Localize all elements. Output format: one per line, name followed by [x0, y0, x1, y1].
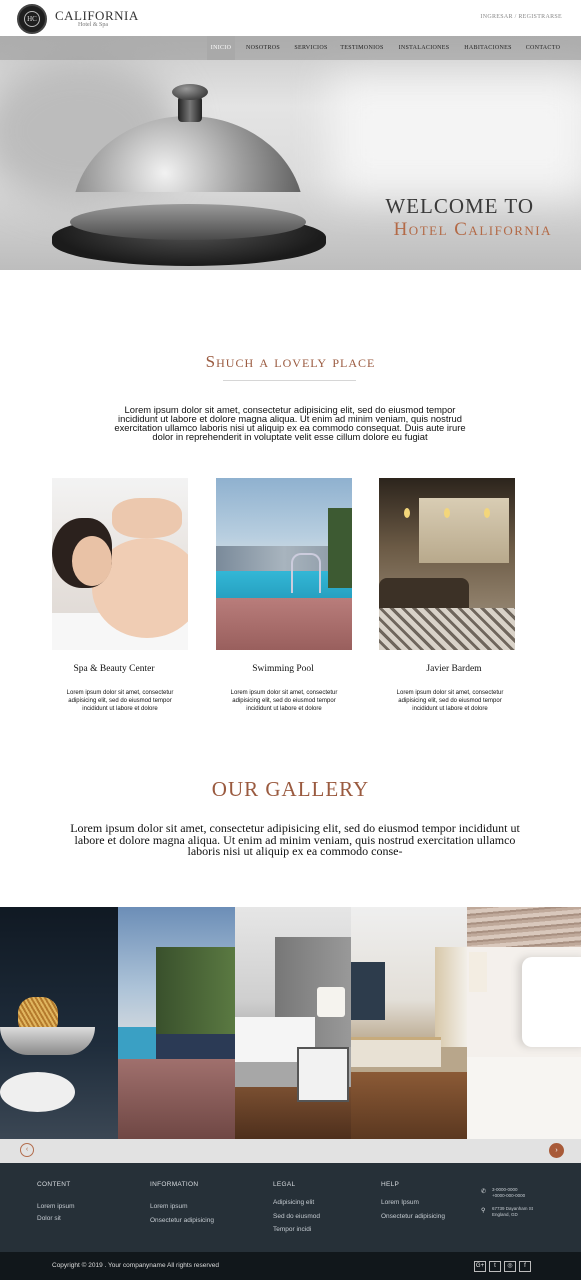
- footer-link[interactable]: Sed do eiusmod: [273, 1213, 320, 1220]
- location-pin-icon: ⚲: [481, 1208, 486, 1214]
- title-divider: [223, 380, 356, 381]
- card-text-spa: Lorem ipsum dolor sit amet, consectetur …: [66, 690, 174, 712]
- nav-testimonios[interactable]: TESTIMONIOS: [336, 36, 388, 60]
- spa-image[interactable]: [52, 478, 188, 650]
- gallery-image-bedroom[interactable]: [235, 907, 351, 1139]
- footer-link[interactable]: Adipisicing elit: [273, 1199, 314, 1206]
- nav-inicio[interactable]: INICIO: [207, 36, 235, 60]
- hero-welcome: WELCOME TO: [385, 194, 534, 218]
- instagram-icon[interactable]: ◎: [504, 1261, 516, 1272]
- gallery-image-suite[interactable]: [351, 907, 467, 1139]
- footer-heading-information: INFORMATION: [150, 1181, 199, 1188]
- footer-link[interactable]: Lorem Ipsum: [381, 1199, 419, 1206]
- section-title-lovely-place: Shuch a lovely place: [205, 352, 376, 371]
- twitter-icon[interactable]: t: [489, 1261, 501, 1272]
- footer-heading-help: HELP: [381, 1181, 400, 1188]
- gallery-strip: [0, 907, 581, 1139]
- footer-address-2: England, GD: [492, 1212, 518, 1217]
- footer-link[interactable]: Tempor incidi: [273, 1226, 311, 1233]
- hotel-logo[interactable]: HC: [17, 4, 47, 34]
- main-nav: INICIO NOSOTROS SERVICIOS TESTIMONIOS IN…: [0, 36, 581, 60]
- nav-habitaciones[interactable]: HABITACIONES: [459, 36, 517, 60]
- footer-phone-2: +0000-000-0000: [492, 1193, 526, 1198]
- hero-banner: INICIO NOSOTROS SERVICIOS TESTIMONIOS IN…: [0, 36, 581, 270]
- nav-instalaciones[interactable]: INSTALACIONES: [394, 36, 454, 60]
- copyright-text: Copyright © 2019 . Your companyname All …: [52, 1262, 220, 1269]
- pool-image[interactable]: [216, 478, 352, 650]
- facebook-icon[interactable]: f: [519, 1261, 531, 1272]
- phone-icon: ✆: [481, 1189, 487, 1195]
- footer-link[interactable]: Lorem ipsum: [37, 1203, 75, 1210]
- login-register-link[interactable]: INGRESAR / REGISTRARSE: [480, 14, 562, 20]
- gallery-image-terrace[interactable]: [118, 907, 235, 1139]
- nav-servicios[interactable]: SERVICIOS: [290, 36, 332, 60]
- footer-link[interactable]: Lorem ipsum: [150, 1203, 188, 1210]
- logo-monogram: HC: [24, 11, 40, 27]
- gallery-image-chef[interactable]: [0, 907, 118, 1139]
- footer-heading-content: CONTENT: [37, 1181, 71, 1188]
- footer-address-1: 67739 Dayanham St: [492, 1206, 534, 1211]
- gallery-title: OUR GALLERY: [211, 777, 370, 801]
- nav-nosotros[interactable]: NOSOTROS: [242, 36, 284, 60]
- footer-heading-legal: LEGAL: [273, 1181, 296, 1188]
- footer-link[interactable]: Onsectetur adipisicing: [150, 1217, 214, 1224]
- restaurant-image[interactable]: [379, 478, 515, 650]
- card-text-restaurant: Lorem ipsum dolor sit amet, consectetur …: [396, 690, 504, 712]
- top-header: HC CALIFORNIA Hotel & Spa INGRESAR / REG…: [0, 0, 581, 36]
- card-title-spa: Spa & Beauty Center: [73, 664, 155, 674]
- hero-hotel-name: Hotel California: [393, 219, 552, 240]
- arrow-right-icon[interactable]: ›: [549, 1143, 564, 1158]
- google-plus-icon[interactable]: G+: [474, 1261, 486, 1272]
- card-title-pool: Swimming Pool: [252, 664, 314, 674]
- footer-phone-1: 3-0000-0000: [492, 1187, 518, 1192]
- brand-subtitle: Hotel & Spa: [78, 22, 108, 28]
- card-text-pool: Lorem ipsum dolor sit amet, consectetur …: [230, 690, 338, 712]
- card-title-restaurant: Javier Bardem: [426, 664, 482, 674]
- arrow-left-icon[interactable]: ‹: [20, 1143, 34, 1157]
- gallery-paragraph: Lorem ipsum dolor sit amet, consectetur …: [70, 821, 520, 858]
- footer-link[interactable]: Onsectetur adipisicing: [381, 1213, 445, 1220]
- footer-link[interactable]: Dolor sit: [37, 1215, 61, 1222]
- gallery-image-bed[interactable]: [467, 907, 581, 1139]
- gallery-slider-bar: [0, 1139, 581, 1163]
- intro-paragraph: Lorem ipsum dolor sit amet, consectetur …: [114, 404, 466, 442]
- nav-contacto[interactable]: CONTACTO: [522, 36, 564, 60]
